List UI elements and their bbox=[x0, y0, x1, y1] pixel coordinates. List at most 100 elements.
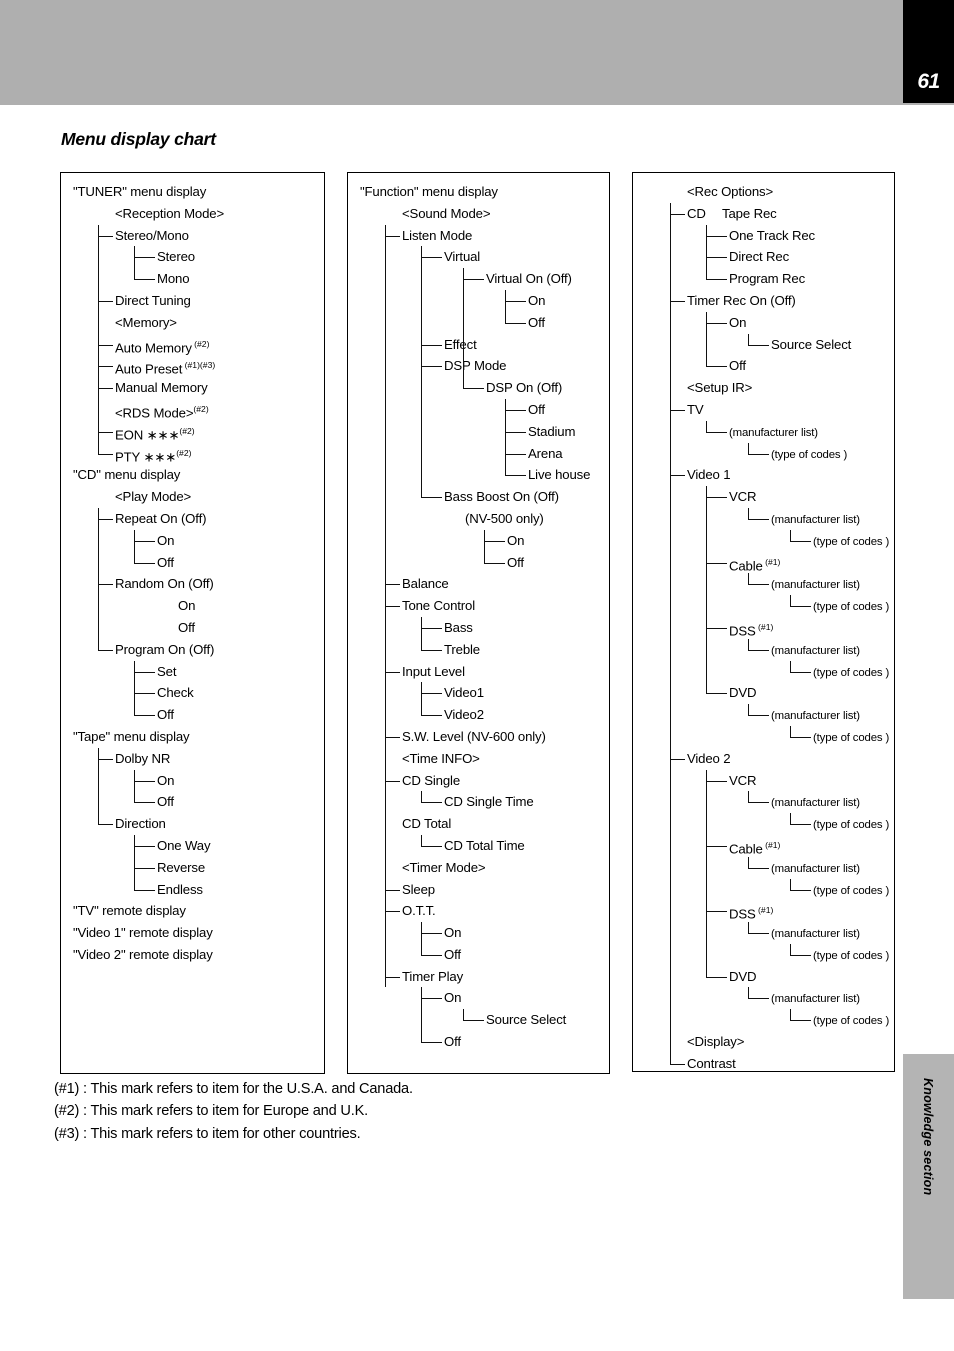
tree-row: Source Select bbox=[633, 333, 894, 356]
tree-node-label: On bbox=[528, 292, 546, 308]
tree-node-label: Effect bbox=[444, 336, 477, 352]
tree-trunk-line bbox=[748, 508, 749, 519]
tree-row: Bass bbox=[348, 616, 609, 639]
tree-connector-tick bbox=[385, 780, 400, 782]
tree-connector-tick bbox=[98, 366, 113, 368]
tree-connector-tick bbox=[385, 976, 400, 978]
tree-connector-tick bbox=[670, 1063, 685, 1065]
tree-row: <RDS Mode>(#2) bbox=[61, 399, 324, 421]
tree-node-label: Timer Play bbox=[402, 968, 464, 984]
tree-row: (type of codes ) bbox=[633, 442, 894, 465]
tree-node-label: Input Level bbox=[402, 663, 465, 679]
tree-connector-tick bbox=[385, 671, 400, 673]
tree-row: Random On (Off) bbox=[61, 573, 324, 596]
tree-node-label: CD Single bbox=[402, 772, 461, 788]
footnotes: (#1) : This mark refers to item for the … bbox=[54, 1078, 413, 1145]
tree-node-label: Off bbox=[729, 358, 746, 374]
tree-trunk-line bbox=[790, 726, 791, 737]
tree-row: "Function" menu display bbox=[348, 181, 609, 203]
tree-connector-tick bbox=[484, 562, 505, 564]
footnote-marker: (#1) bbox=[762, 839, 781, 850]
tree-trunk-line bbox=[134, 246, 135, 280]
tree-connector-tick bbox=[748, 584, 769, 586]
tree-node-label: On bbox=[729, 314, 747, 330]
tree-row: On bbox=[61, 769, 324, 792]
tree-connector-tick bbox=[421, 998, 442, 1000]
tree-row: Dolby NR bbox=[61, 747, 324, 770]
tree-trunk-line bbox=[748, 573, 749, 585]
tree-row: One Track Rec bbox=[633, 224, 894, 247]
tree-row: Virtual bbox=[348, 246, 609, 269]
tree-node-label: <Display> bbox=[687, 1034, 745, 1050]
tree-row: "Video 2" remote display bbox=[61, 944, 324, 966]
tree-node-label: Direct Rec bbox=[729, 249, 790, 265]
tree-row: On bbox=[348, 922, 609, 944]
tree-node-label: (type of codes ) bbox=[813, 1015, 890, 1028]
tree-node-label: Bass bbox=[444, 619, 473, 635]
tree-connector-tick bbox=[748, 518, 769, 520]
tree-connector-tick bbox=[134, 715, 155, 717]
tree-row: VCR bbox=[633, 769, 894, 792]
tree-row: Endless bbox=[61, 878, 324, 901]
tree-row: CD Total bbox=[348, 813, 609, 835]
tree-connector-tick bbox=[670, 409, 685, 411]
tree-node-label: Check bbox=[157, 685, 194, 701]
tree-node-label: Reverse bbox=[157, 859, 206, 875]
footnote-marker: (#2) bbox=[193, 403, 209, 414]
tree-connector-tick bbox=[98, 388, 113, 390]
tree-row: On bbox=[348, 987, 609, 1010]
tree-row: <Setup IR> bbox=[633, 377, 894, 399]
tree-connector-tick bbox=[98, 300, 113, 302]
tree-trunk-line bbox=[98, 508, 99, 650]
header-band bbox=[0, 0, 954, 105]
tree-row: Off bbox=[348, 943, 609, 966]
tree-node-label: (NV-500 only) bbox=[465, 510, 544, 526]
tree-node-label: Off bbox=[157, 707, 174, 723]
tree-trunk-line bbox=[748, 922, 749, 934]
tree-row: "TUNER" menu display bbox=[61, 181, 324, 203]
tree-row: EON ∗∗∗(#2) bbox=[61, 420, 324, 443]
tree-node-label: Source Select bbox=[486, 1012, 567, 1028]
tree-top-padding bbox=[633, 173, 894, 181]
tree-node-label: "TUNER" menu display bbox=[73, 184, 207, 199]
tree-row: Video 1 bbox=[633, 464, 894, 487]
tree-row: Off bbox=[348, 551, 609, 574]
function-tree: "Function" menu display <Sound Mode> Liste… bbox=[348, 173, 609, 1073]
footnote-marker: (#1) bbox=[762, 556, 781, 567]
tree-row: Bass Boost On (Off) bbox=[348, 486, 609, 508]
tree-row: On bbox=[633, 311, 894, 334]
tree-row: "CD" menu display bbox=[61, 464, 324, 486]
tree-row: On bbox=[61, 595, 324, 617]
tree-node-label: (type of codes ) bbox=[813, 731, 890, 744]
tree-node-label: "TV" remote display bbox=[73, 903, 186, 919]
tree-node-label: Direct Tuning bbox=[115, 292, 191, 308]
tree-node-label: (manufacturer list) bbox=[771, 993, 860, 1006]
tree-connector-tick bbox=[706, 279, 727, 281]
tree-row: (manufacturer list) bbox=[633, 987, 894, 1009]
tree-row: Repeat On (Off) bbox=[61, 507, 324, 530]
tree-trunk-line bbox=[748, 442, 749, 454]
tree-row: (manufacturer list) bbox=[633, 791, 894, 813]
tree-node-label: Contrast bbox=[687, 1055, 736, 1071]
tree-row: VCR bbox=[633, 486, 894, 508]
tree-connector-tick bbox=[748, 715, 769, 717]
tree-connector-tick bbox=[134, 671, 155, 673]
tree-row: CD Single bbox=[348, 769, 609, 792]
tree-connector-tick bbox=[421, 954, 442, 956]
tree-row: Video2 bbox=[348, 704, 609, 726]
tree-connector-tick bbox=[748, 933, 769, 935]
tree-node-label: Bass Boost On (Off) bbox=[444, 489, 559, 505]
tree-node-label: Stereo bbox=[157, 249, 195, 265]
tree-connector-tick bbox=[484, 540, 505, 542]
tree-row: Direct Rec bbox=[633, 246, 894, 269]
tree-trunk-line bbox=[134, 529, 135, 563]
tree-row: Virtual On (Off) bbox=[348, 268, 609, 290]
tree-connector-tick bbox=[706, 257, 727, 259]
tree-row: DSS (#1) bbox=[633, 900, 894, 923]
tree-row: <Time INFO> bbox=[348, 748, 609, 770]
tree-row: Effect bbox=[348, 333, 609, 356]
tree-node-label: DVD bbox=[729, 968, 757, 984]
tree-row: Off bbox=[348, 1031, 609, 1053]
tree-row: Cable (#1) bbox=[633, 551, 894, 574]
tree-row: (manufacturer list) bbox=[633, 922, 894, 944]
